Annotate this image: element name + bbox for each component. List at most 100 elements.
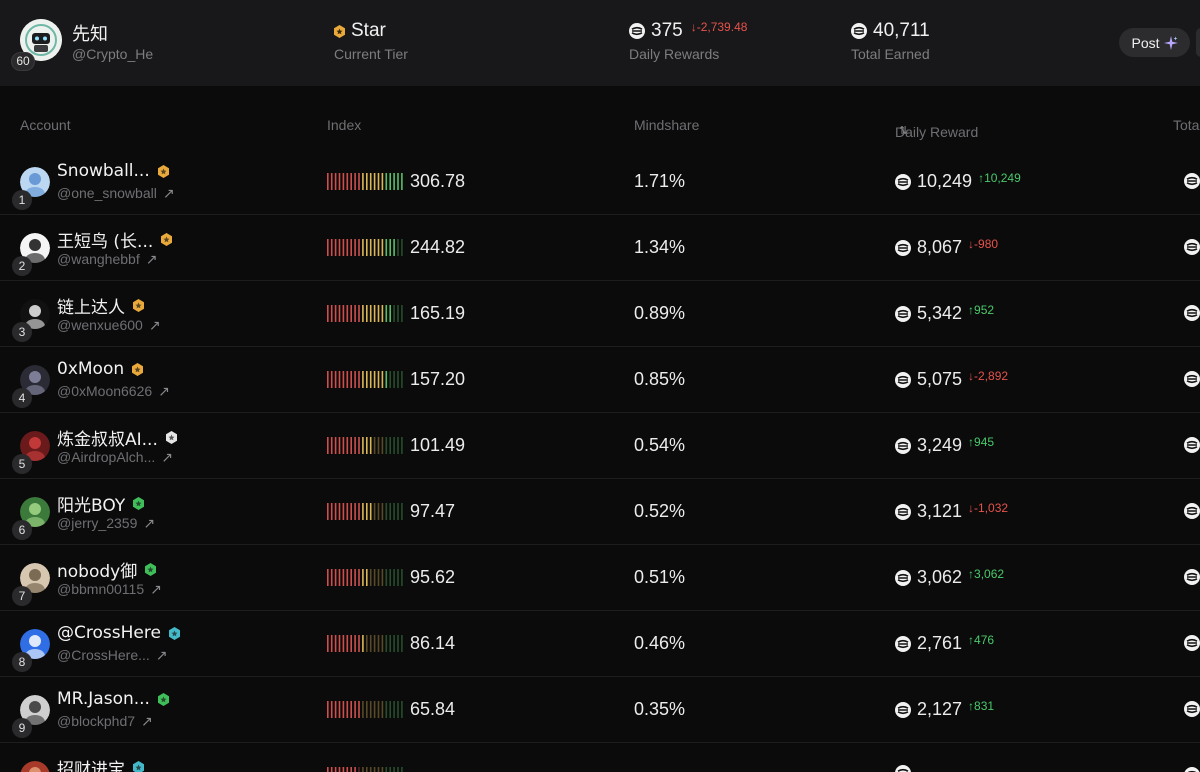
next-action-button[interactable] — [1196, 28, 1200, 57]
column-header-total[interactable]: Tota — [1173, 117, 1199, 133]
index-meter-tick — [366, 701, 368, 718]
index-meter-tick — [362, 239, 364, 256]
s-token-icon — [895, 371, 911, 388]
index-meter-tick — [346, 635, 349, 652]
account-handle[interactable]: @AirdropAlch... ↗ — [57, 449, 173, 466]
index-meter-tick — [369, 569, 372, 586]
s-token-icon — [1184, 305, 1200, 321]
sort-icon[interactable]: ⇅ — [899, 124, 908, 137]
daily-reward-delta: ↑952 — [968, 302, 995, 317]
account-name-text: @CrossHere — [57, 623, 161, 643]
external-link-icon[interactable]: ↗ — [156, 647, 168, 664]
s-token-icon — [895, 765, 911, 772]
index-value: 101.49 — [410, 435, 466, 455]
index-meter-tick — [369, 503, 372, 520]
external-link-icon[interactable]: ↗ — [149, 317, 161, 334]
index-meter-tick — [389, 635, 391, 652]
account-avatar[interactable] — [20, 761, 50, 772]
account-handle[interactable]: @jerry_2359 ↗ — [57, 515, 155, 532]
index-meter-tick — [393, 371, 395, 388]
external-link-icon[interactable]: ↗ — [161, 449, 173, 466]
daily-reward-delta-text: -980 — [974, 236, 999, 251]
index-meter-tick — [350, 371, 352, 388]
index-meter-tick — [358, 305, 360, 322]
column-header-account: Account — [20, 117, 71, 133]
account-handle[interactable]: @one_snowball ↗ — [57, 185, 175, 202]
index-meter-tick — [327, 503, 329, 520]
column-header-mindshare[interactable]: Mindshare — [634, 117, 699, 133]
column-header-index[interactable]: Index — [327, 117, 361, 133]
table-row[interactable]: 7 nobody御 @bbmn00115 ↗ 95.62 0.51% 3,062 … — [0, 545, 1200, 611]
index-meter-tick — [350, 635, 352, 652]
index-meter-tick — [330, 437, 333, 454]
account-name[interactable]: MR.Jason... — [57, 689, 169, 709]
account-handle[interactable]: @wenxue600 ↗ — [57, 317, 161, 334]
table-row[interactable]: 4 0xMoon @0xMoon6626 ↗ 157.20 0.85% 5,075… — [0, 347, 1200, 413]
account-handle[interactable]: @CrossHere... ↗ — [57, 647, 168, 664]
table-row[interactable]: 5 炼金叔叔AI... @AirdropAlch... ↗ 101.49 0.54… — [0, 413, 1200, 479]
account-handle[interactable]: @0xMoon6626 ↗ — [57, 383, 170, 400]
index-meter-tick — [354, 635, 356, 652]
index-meter-tick — [338, 437, 341, 454]
index-meter-tick — [327, 437, 329, 454]
account-name[interactable]: @CrossHere — [57, 623, 180, 643]
index-meter-tick — [334, 437, 337, 454]
table-row[interactable]: 8 @CrossHere @CrossHere... ↗ 86.14 0.46% … — [0, 611, 1200, 677]
index-meter-tick — [350, 701, 352, 718]
external-link-icon[interactable]: ↗ — [143, 515, 155, 532]
daily-reward-delta: ↓-2,892 — [968, 368, 1009, 383]
index-meter-tick — [401, 305, 403, 322]
account-handle[interactable]: @bbmn00115 ↗ — [57, 581, 162, 598]
account-name[interactable]: 阳光BOY — [57, 491, 145, 516]
index-meter-tick — [350, 173, 352, 190]
index-meter-tick — [381, 569, 384, 586]
daily-reward-delta: ↑476 — [968, 632, 995, 647]
index-meter-tick — [369, 701, 372, 718]
table-row[interactable]: 6 阳光BOY @jerry_2359 ↗ 97.47 0.52% 3,121 ↓… — [0, 479, 1200, 545]
daily-reward-cell: 3,121 ↓-1,032 — [895, 501, 1008, 522]
post-button-label: Post — [1131, 34, 1160, 51]
index-meter-tick — [346, 767, 349, 772]
account-name[interactable]: 0xMoon — [57, 359, 144, 379]
account-name[interactable]: 链上达人 — [57, 293, 144, 318]
index-meter-tick — [346, 173, 349, 190]
index-meter-tick — [342, 173, 345, 190]
index-meter-tick — [397, 701, 399, 718]
table-row[interactable]: 2 王短鸟 (长... @wanghebbf ↗ 244.82 1.34% 8,0… — [0, 215, 1200, 281]
table-row[interactable]: 9 MR.Jason... @blockphd7 ↗ 65.84 0.35% 2,… — [0, 677, 1200, 743]
account-name[interactable]: Snowball... — [57, 161, 169, 181]
index-meter-tick — [346, 701, 349, 718]
index-meter-tick — [346, 503, 349, 520]
index-meter-tick — [385, 767, 388, 772]
index-meter-tick — [327, 371, 329, 388]
index-meter-tick — [366, 305, 368, 322]
index-meter-tick — [342, 371, 345, 388]
external-link-icon[interactable]: ↗ — [158, 383, 170, 400]
index-meter — [327, 701, 403, 718]
index-meter-tick — [338, 767, 341, 772]
post-button[interactable]: Post — [1119, 28, 1190, 57]
account-handle-text: @wenxue600 — [57, 317, 143, 333]
external-link-icon[interactable]: ↗ — [163, 185, 175, 202]
account-name[interactable]: 王短鸟 (长... — [57, 227, 173, 252]
external-link-icon[interactable]: ↗ — [146, 251, 158, 268]
tier-label: Current Tier — [334, 46, 408, 62]
index-meter-tick — [354, 767, 356, 772]
index-meter-tick — [342, 701, 345, 718]
external-link-icon[interactable]: ↗ — [150, 581, 162, 598]
table-row[interactable]: 1 Snowball... @one_snowball ↗ 306.78 1.71… — [0, 149, 1200, 215]
table-row[interactable]: 10 招财进宝 ↗ — [0, 743, 1200, 772]
index-meter-tick — [334, 239, 337, 256]
account-name[interactable]: 招财进宝 — [57, 755, 144, 772]
index-meter-tick — [330, 503, 333, 520]
account-handle[interactable]: @wanghebbf ↗ — [57, 251, 157, 268]
index-meter-tick — [377, 437, 380, 454]
index-meter-tick — [369, 173, 372, 190]
account-handle-text: @CrossHere... — [57, 647, 150, 663]
account-handle[interactable]: @blockphd7 ↗ — [57, 713, 153, 730]
account-name[interactable]: 炼金叔叔AI... — [57, 425, 177, 450]
table-row[interactable]: 3 链上达人 @wenxue600 ↗ 165.19 0.89% 5,342 ↑9… — [0, 281, 1200, 347]
account-name[interactable]: nobody御 — [57, 557, 157, 582]
external-link-icon[interactable]: ↗ — [141, 713, 153, 730]
daily-reward-delta-text: 945 — [974, 434, 995, 449]
